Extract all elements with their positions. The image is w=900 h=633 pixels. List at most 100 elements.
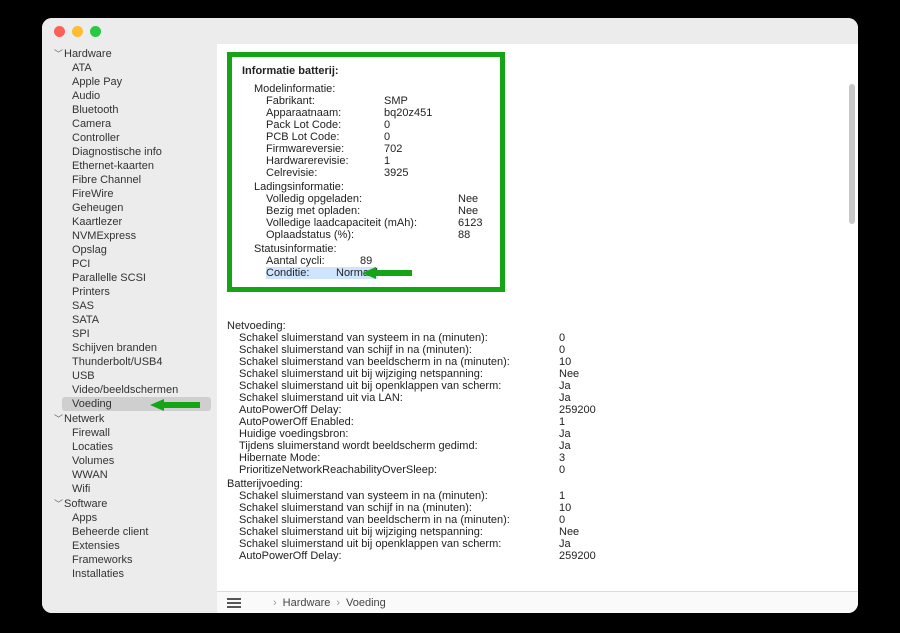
value: Nee: [458, 205, 478, 217]
settings-row: Huidige voedingsbron:Ja: [227, 428, 848, 440]
settings-row: Tijdens sluimerstand wordt beeldscherm g…: [227, 440, 848, 452]
label: Oplaadstatus (%):: [266, 229, 458, 241]
sidebar-item-wwan[interactable]: WWAN: [42, 468, 217, 482]
sidebar-item-camera[interactable]: Camera: [42, 117, 217, 131]
sidebar-item-bluetooth[interactable]: Bluetooth: [42, 103, 217, 117]
label: Schakel sluimerstand uit bij wijziging n…: [239, 526, 559, 538]
label: AutoPowerOff Enabled:: [239, 416, 559, 428]
label: Hardwarerevisie:: [266, 155, 384, 167]
label: Schakel sluimerstand uit via LAN:: [239, 392, 559, 404]
settings-row: Schakel sluimerstand uit bij openklappen…: [227, 380, 848, 392]
settings-row: Hibernate Mode:3: [227, 452, 848, 464]
label: AutoPowerOff Delay:: [239, 550, 559, 562]
value: Ja: [559, 380, 571, 392]
sidebar-item-installaties[interactable]: Installaties: [42, 567, 217, 581]
sidebar-item-frameworks[interactable]: Frameworks: [42, 553, 217, 567]
sidebar-item-parallelle-scsi[interactable]: Parallelle SCSI: [42, 271, 217, 285]
sidebar-item-nvmexpress[interactable]: NVMExpress: [42, 229, 217, 243]
settings-row: AutoPowerOff Delay:259200: [227, 404, 848, 416]
sidebar-item-ethernet-kaarten[interactable]: Ethernet-kaarten: [42, 159, 217, 173]
sidebar-item-firewall[interactable]: Firewall: [42, 426, 217, 440]
battery-section-label: Batterijvoeding:: [227, 478, 848, 490]
sidebar-item-geheugen[interactable]: Geheugen: [42, 201, 217, 215]
value: 1: [384, 155, 390, 167]
sidebar-item-apple-pay[interactable]: Apple Pay: [42, 75, 217, 89]
label: Schakel sluimerstand uit bij wijziging n…: [239, 368, 559, 380]
sidebar-item-sas[interactable]: SAS: [42, 299, 217, 313]
sidebar-group-software[interactable]: ﹀ Software: [42, 496, 217, 511]
content-scroll: Informatie batterij: Modelinformatie: Fa…: [217, 44, 858, 591]
sidebar-item-usb[interactable]: USB: [42, 369, 217, 383]
sidebar-item-controller[interactable]: Controller: [42, 131, 217, 145]
value: Ja: [559, 392, 571, 404]
sidebar-item-firewire[interactable]: FireWire: [42, 187, 217, 201]
value: 259200: [559, 550, 596, 562]
sidebar-item-schijven-branden[interactable]: Schijven branden: [42, 341, 217, 355]
label: Schakel sluimerstand van systeem in na (…: [239, 332, 559, 344]
status-section-label: Statusinformatie:: [242, 243, 490, 255]
label: Volledige laadcapaciteit (mAh):: [266, 217, 458, 229]
label: Hibernate Mode:: [239, 452, 559, 464]
label: Schakel sluimerstand uit bij openklappen…: [239, 538, 559, 550]
sidebar-item-video-beeldschermen[interactable]: Video/beeldschermen: [42, 383, 217, 397]
sidebar: ﹀ Hardware ATAApple PayAudioBluetoothCam…: [42, 44, 217, 613]
value: Ja: [559, 538, 571, 550]
ac-section-label: Netvoeding:: [227, 320, 848, 332]
path-segment-voeding[interactable]: Voeding: [346, 597, 386, 609]
scrollbar[interactable]: [849, 84, 855, 224]
value: SMP: [384, 95, 408, 107]
label: Schakel sluimerstand van beeldscherm in …: [239, 514, 559, 526]
settings-row: Schakel sluimerstand uit bij wijziging n…: [227, 526, 848, 538]
sidebar-item-apps[interactable]: Apps: [42, 511, 217, 525]
sidebar-item-voeding[interactable]: Voeding: [62, 397, 211, 411]
sidebar-item-kaartlezer[interactable]: Kaartlezer: [42, 215, 217, 229]
sidebar-item-sata[interactable]: SATA: [42, 313, 217, 327]
sidebar-group-network[interactable]: ﹀ Netwerk: [42, 411, 217, 426]
label: Schakel sluimerstand uit bij openklappen…: [239, 380, 559, 392]
sidebar-item-audio[interactable]: Audio: [42, 89, 217, 103]
sidebar-item-extensies[interactable]: Extensies: [42, 539, 217, 553]
window-controls: [54, 26, 101, 37]
sidebar-item-wifi[interactable]: Wifi: [42, 482, 217, 496]
settings-row: Schakel sluimerstand van schijf in na (m…: [227, 502, 848, 514]
sidebar-item-opslag[interactable]: Opslag: [42, 243, 217, 257]
sidebar-item-thunderbolt-usb4[interactable]: Thunderbolt/USB4: [42, 355, 217, 369]
settings-row: Schakel sluimerstand uit via LAN:Ja: [227, 392, 848, 404]
sidebar-item-volumes[interactable]: Volumes: [42, 454, 217, 468]
window: ﹀ Hardware ATAApple PayAudioBluetoothCam…: [42, 18, 858, 613]
sidebar-item-beheerde-client[interactable]: Beheerde client: [42, 525, 217, 539]
value: 10: [559, 356, 571, 368]
sidebar-item-spi[interactable]: SPI: [42, 327, 217, 341]
value: 3: [559, 452, 565, 464]
label: AutoPowerOff Delay:: [239, 404, 559, 416]
settings-row: Schakel sluimerstand uit bij wijziging n…: [227, 368, 848, 380]
list-icon[interactable]: [227, 598, 241, 608]
value: 10: [559, 502, 571, 514]
value: Nee: [559, 368, 579, 380]
close-icon[interactable]: [54, 26, 65, 37]
label: Aantal cycli:: [266, 255, 360, 267]
value: 1: [559, 416, 565, 428]
minimize-icon[interactable]: [72, 26, 83, 37]
zoom-icon[interactable]: [90, 26, 101, 37]
label: Huidige voedingsbron:: [239, 428, 559, 440]
sidebar-item-ata[interactable]: ATA: [42, 61, 217, 75]
arrow-annotation: [150, 397, 200, 411]
sidebar-item-printers[interactable]: Printers: [42, 285, 217, 299]
sidebar-item-diagnostische-info[interactable]: Diagnostische info: [42, 145, 217, 159]
sidebar-item-fibre-channel[interactable]: Fibre Channel: [42, 173, 217, 187]
settings-row: Schakel sluimerstand van systeem in na (…: [227, 332, 848, 344]
value: bq20z451: [384, 107, 432, 119]
value: 1: [559, 490, 565, 502]
model-section-label: Modelinformatie:: [242, 83, 490, 95]
label: Conditie:: [266, 267, 336, 279]
settings-row: PrioritizeNetworkReachabilityOverSleep:0: [227, 464, 848, 476]
sidebar-group-hardware[interactable]: ﹀ Hardware: [42, 46, 217, 61]
value: 3925: [384, 167, 408, 179]
path-segment-hardware[interactable]: Hardware: [283, 597, 331, 609]
value: 0: [559, 332, 565, 344]
content-pane: Informatie batterij: Modelinformatie: Fa…: [217, 44, 858, 613]
sidebar-item-locaties[interactable]: Locaties: [42, 440, 217, 454]
sidebar-item-pci[interactable]: PCI: [42, 257, 217, 271]
condition-row-highlight: Conditie:Normaal: [266, 267, 378, 279]
